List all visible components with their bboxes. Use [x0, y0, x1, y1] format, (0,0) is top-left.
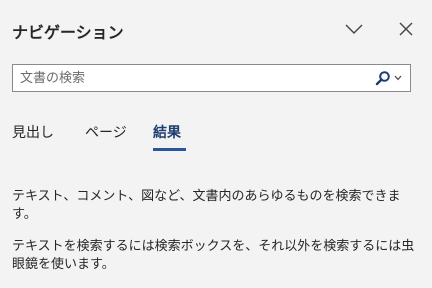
search-icon [375, 71, 390, 86]
navigation-tabs: 見出し ページ 結果 [0, 118, 432, 154]
search-box [12, 64, 411, 92]
selected-tab-indicator [153, 148, 186, 151]
search-input[interactable] [13, 65, 373, 91]
close-pane-button[interactable] [393, 16, 419, 42]
results-help-text: テキスト、コメント、図など、文書内のあらゆるものを検索できます。 テキストを検索… [12, 188, 424, 288]
pane-title: ナビゲーション [12, 23, 124, 42]
help-text-line: テキスト、コメント、図など、文書内のあらゆるものを検索できます。 [12, 189, 401, 222]
help-text-line: テキストを検索するには検索ボックスを、それ以外を検索するには虫眼鏡を使います。 [12, 239, 415, 272]
tab-headings[interactable]: 見出し [12, 122, 54, 142]
pane-options-button[interactable] [341, 16, 367, 42]
search-options-button[interactable] [375, 67, 409, 89]
close-icon [399, 22, 413, 36]
tab-results[interactable]: 結果 [153, 122, 181, 142]
tab-pages[interactable]: ページ [85, 122, 127, 142]
chevron-down-icon [394, 75, 402, 81]
chevron-down-icon [345, 24, 363, 34]
navigation-pane-header: ナビゲーション [0, 0, 432, 60]
